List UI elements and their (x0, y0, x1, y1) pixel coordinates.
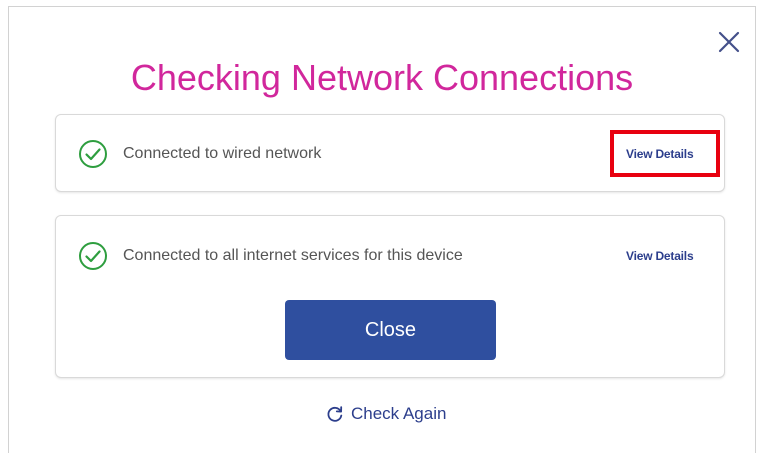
wired-network-view-details-link[interactable]: View Details (626, 146, 694, 162)
check-circle-icon (79, 242, 107, 270)
close-button[interactable]: Close (285, 300, 496, 360)
check-again-label: Check Again (351, 404, 447, 423)
refresh-icon (327, 406, 343, 422)
internet-services-status: Connected to all internet services for t… (123, 247, 463, 264)
wired-network-status: Connected to wired network (123, 145, 322, 162)
check-again-link[interactable]: Check Again (326, 402, 446, 426)
dialog-title: Checking Network Connections (130, 57, 634, 98)
check-circle-icon (79, 140, 107, 168)
internet-services-view-details-link[interactable]: View Details (626, 248, 694, 264)
